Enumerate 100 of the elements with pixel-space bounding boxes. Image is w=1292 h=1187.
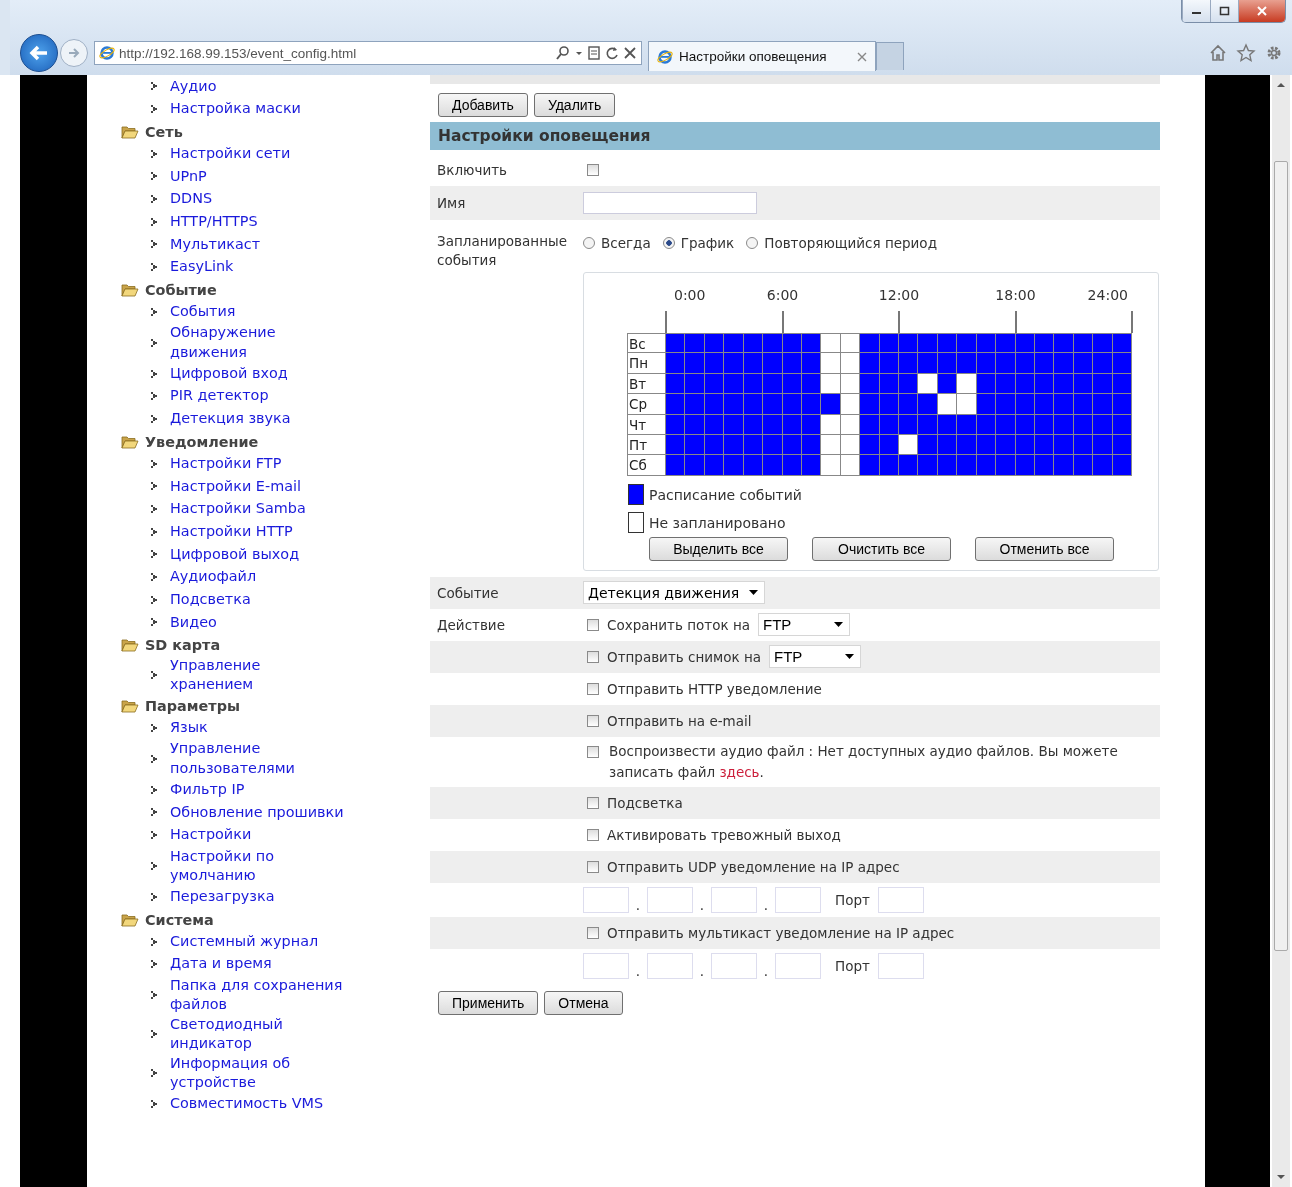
close-icon[interactable] <box>857 51 867 62</box>
schedule-cell[interactable] <box>743 394 764 415</box>
schedule-cell[interactable] <box>996 414 1016 435</box>
checkbox[interactable] <box>587 164 599 176</box>
schedule-cell[interactable] <box>704 455 725 476</box>
schedule-cell[interactable] <box>801 394 822 415</box>
sidebar-link[interactable]: Подсветка <box>170 589 251 610</box>
checkbox[interactable] <box>587 618 599 631</box>
schedule-cell[interactable] <box>1054 434 1074 456</box>
schedule-cell[interactable] <box>860 394 880 415</box>
schedule-cell[interactable] <box>821 394 841 415</box>
schedule-cell[interactable] <box>724 373 744 395</box>
schedule-cell[interactable] <box>899 394 919 415</box>
schedule-cell[interactable] <box>860 373 880 395</box>
sidebar-link[interactable]: UPnP <box>170 166 207 187</box>
schedule-cell[interactable] <box>860 455 880 476</box>
schedule-cell[interactable] <box>899 414 919 435</box>
schedule-cell[interactable] <box>821 434 841 456</box>
refresh-icon[interactable] <box>605 45 619 61</box>
schedule-cell[interactable] <box>724 394 744 415</box>
schedule-cell[interactable] <box>724 434 744 456</box>
schedule-cell[interactable] <box>1073 333 1094 354</box>
scroll-up-icon[interactable] <box>1276 81 1286 89</box>
schedule-cell[interactable] <box>801 455 822 476</box>
checkbox[interactable] <box>587 828 599 841</box>
sidebar-link[interactable]: Информация об устройстве <box>170 1053 346 1093</box>
sidebar-link[interactable]: Настройки Samba <box>170 499 306 519</box>
sidebar-link[interactable]: Фильтр IP <box>170 780 245 800</box>
checkbox[interactable] <box>587 650 599 663</box>
schedule-cell[interactable] <box>801 353 822 374</box>
schedule-cell[interactable] <box>1073 353 1094 374</box>
schedule-cell[interactable] <box>1093 373 1113 395</box>
sidebar-link[interactable]: Настройки HTTP <box>170 521 293 542</box>
schedule-cell[interactable] <box>1093 414 1113 435</box>
schedule-cell[interactable] <box>879 353 900 374</box>
schedule-cell[interactable] <box>996 333 1016 354</box>
schedule-cell[interactable] <box>1054 455 1074 476</box>
schedule-cell[interactable] <box>763 333 783 354</box>
schedule-cell[interactable] <box>996 353 1016 374</box>
checkbox[interactable] <box>587 682 599 695</box>
schedule-cell[interactable] <box>685 373 705 395</box>
sidebar-section-title[interactable]: Событие <box>145 282 217 298</box>
schedule-cell[interactable] <box>1112 333 1133 354</box>
schedule-cell[interactable] <box>918 434 938 456</box>
checkbox[interactable] <box>587 745 599 758</box>
ip-octet-field[interactable] <box>583 952 629 979</box>
schedule-cell[interactable] <box>763 394 783 415</box>
schedule-cell[interactable] <box>685 333 705 354</box>
sidebar-link[interactable]: Системный журнал <box>170 931 319 952</box>
sidebar-link[interactable]: Настройки FTP <box>170 453 282 474</box>
ip-octet-field[interactable] <box>583 886 629 913</box>
schedule-cell[interactable] <box>821 373 841 395</box>
form-button[interactable]: Отмена <box>544 990 623 1015</box>
schedule-cell[interactable] <box>899 333 919 354</box>
input-field[interactable] <box>583 192 757 214</box>
schedule-cell[interactable] <box>763 414 783 435</box>
schedule-cell[interactable] <box>1054 373 1074 395</box>
sidebar-section-title[interactable]: Уведомление <box>145 433 259 450</box>
sidebar-link[interactable]: Совместимость VMS <box>170 1094 324 1114</box>
schedule-cell[interactable] <box>957 394 977 415</box>
checkbox[interactable] <box>587 796 599 809</box>
sidebar-link[interactable]: Настройки <box>170 825 252 845</box>
schedule-cell[interactable] <box>976 333 997 354</box>
sidebar-section-title[interactable]: SD карта <box>145 637 221 654</box>
home-icon[interactable] <box>1208 43 1228 63</box>
schedule-cell[interactable] <box>1035 455 1055 476</box>
schedule-cell[interactable] <box>899 353 919 374</box>
schedule-cell[interactable] <box>840 394 861 415</box>
schedule-cell[interactable] <box>801 333 822 354</box>
sidebar-link[interactable]: Детекция звука <box>170 409 291 429</box>
schedule-cell[interactable] <box>957 414 977 435</box>
target-dropdown[interactable]: FTP <box>769 645 861 669</box>
address-bar[interactable]: http://192.168.99.153/event_config.html <box>94 41 642 65</box>
schedule-cell[interactable] <box>763 353 783 374</box>
sidebar-section-title[interactable]: Параметры <box>145 698 240 715</box>
sidebar-link[interactable]: Видео <box>170 612 217 633</box>
schedule-cell[interactable] <box>666 373 686 395</box>
schedule-cell[interactable] <box>685 434 705 456</box>
schedule-cell[interactable] <box>1015 333 1035 354</box>
schedule-cell[interactable] <box>724 414 744 435</box>
schedule-cell[interactable] <box>1035 333 1055 354</box>
schedule-cell[interactable] <box>1035 414 1055 435</box>
sidebar-link[interactable]: Аудио <box>170 76 217 97</box>
form-button[interactable]: Добавить <box>438 93 528 117</box>
schedule-cell[interactable] <box>937 333 958 354</box>
schedule-cell[interactable] <box>937 455 958 476</box>
checkbox[interactable] <box>587 926 599 939</box>
schedule-cell[interactable] <box>743 353 764 374</box>
schedule-cell[interactable] <box>685 455 705 476</box>
schedule-cell[interactable] <box>1112 353 1133 374</box>
browser-tab[interactable]: Настройки оповещения <box>648 41 876 71</box>
schedule-cell[interactable] <box>918 455 938 476</box>
schedule-cell[interactable] <box>840 455 861 476</box>
schedule-cell[interactable] <box>937 394 958 415</box>
schedule-cell[interactable] <box>763 373 783 395</box>
schedule-cell[interactable] <box>1054 394 1074 415</box>
schedule-button[interactable]: Выделить все <box>649 536 788 561</box>
radio-button[interactable] <box>583 237 595 249</box>
schedule-cell[interactable] <box>976 455 997 476</box>
schedule-cell[interactable] <box>1073 394 1094 415</box>
